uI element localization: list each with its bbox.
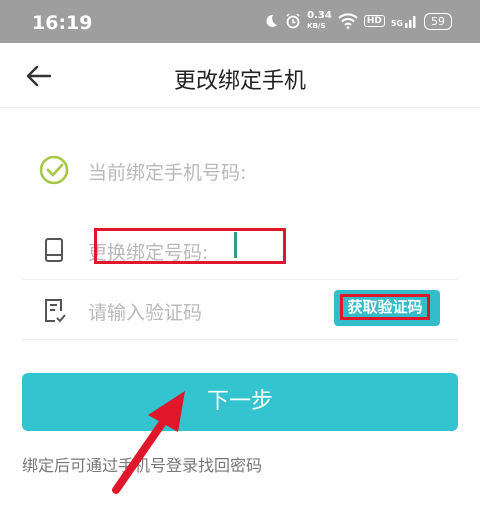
battery-indicator: 59 xyxy=(424,12,452,30)
title-bar: 更改绑定手机 xyxy=(0,43,480,108)
net-speed-value: 0.34 xyxy=(307,10,332,21)
new-phone-input[interactable] xyxy=(94,228,286,264)
status-bar: 16:19 0.34 KB/S HD 5G 59 xyxy=(0,0,480,43)
status-time: 16:19 xyxy=(32,12,93,34)
text-cursor xyxy=(234,232,237,258)
verify-code-input[interactable]: 请输入验证码 xyxy=(88,298,202,325)
hint-text: 绑定后可通过手机号登录找回密码 xyxy=(22,456,263,475)
net-speed: 0.34 KB/S xyxy=(307,11,332,31)
hd-badge: HD xyxy=(363,15,385,27)
status-icons: 0.34 KB/S HD 5G 59 xyxy=(263,11,452,31)
current-phone-row: 当前绑定手机号码: xyxy=(22,140,458,200)
wifi-icon xyxy=(338,13,358,29)
document-check-icon xyxy=(45,299,66,323)
next-step-button[interactable]: 下一步 xyxy=(22,373,458,431)
alarm-icon xyxy=(286,13,300,29)
net-speed-unit: KB/S xyxy=(307,22,326,30)
signal-indicator: 5G xyxy=(391,14,418,28)
moon-icon xyxy=(266,14,278,27)
signal-icon xyxy=(405,16,416,28)
check-circle-icon xyxy=(39,155,69,185)
divider xyxy=(22,339,458,340)
signal-label: 5G xyxy=(390,19,403,28)
verify-code-row[interactable]: 请输入验证码 获取验证码 xyxy=(22,280,458,340)
get-code-button[interactable]: 获取验证码 xyxy=(334,290,440,326)
new-phone-row[interactable]: 更换绑定号码: xyxy=(22,220,458,280)
get-code-label: 获取验证码 xyxy=(340,294,430,320)
page-title: 更改绑定手机 xyxy=(173,69,306,94)
current-phone-label: 当前绑定手机号码: xyxy=(88,162,247,184)
phone-icon xyxy=(45,238,63,262)
